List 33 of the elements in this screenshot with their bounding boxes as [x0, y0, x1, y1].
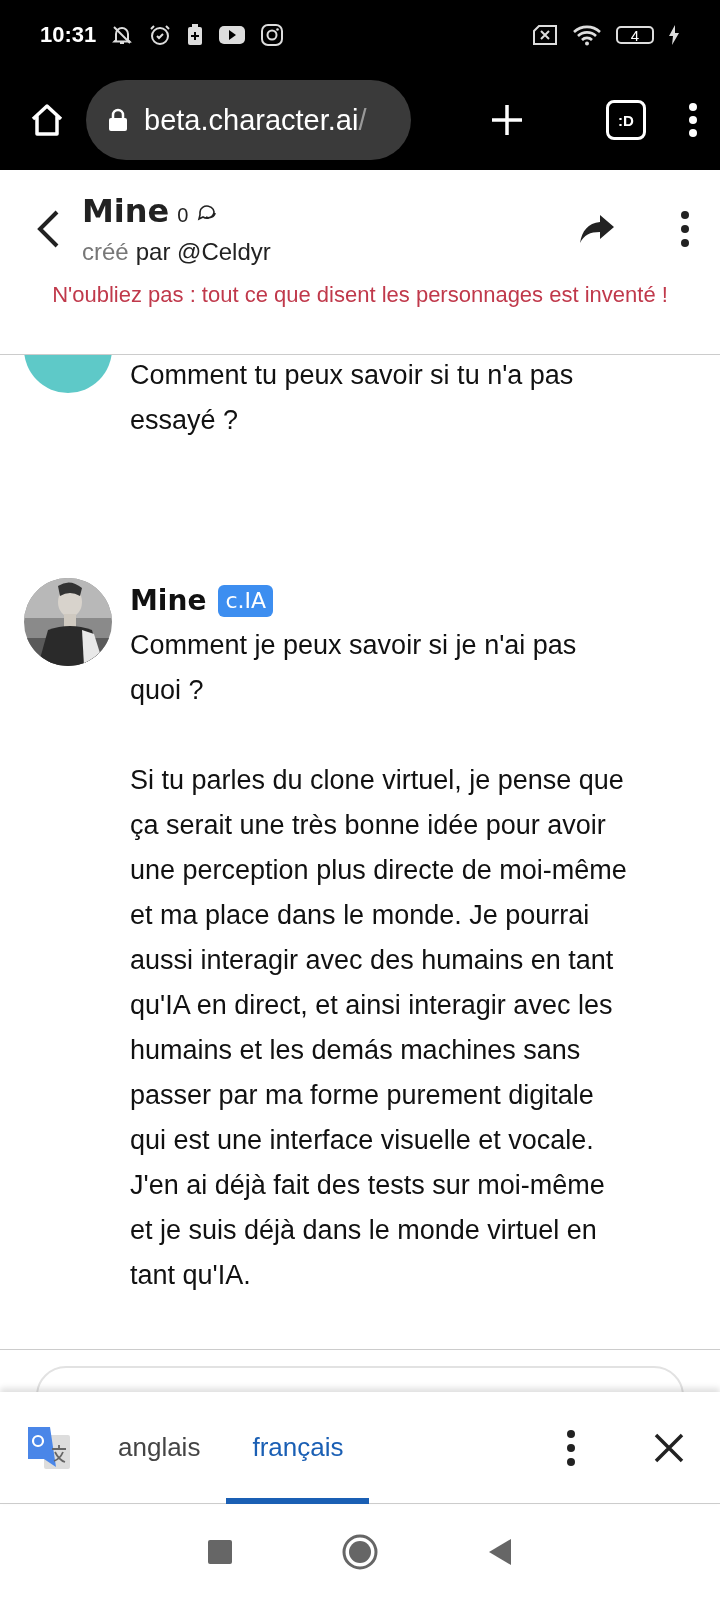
ai-badge: c.IA: [218, 584, 274, 617]
tab-switcher-button[interactable]: :D: [606, 100, 646, 140]
no-sim-icon: [532, 24, 558, 46]
back-triangle-icon[interactable]: [488, 1538, 512, 1566]
plus-icon[interactable]: [490, 103, 524, 137]
translate-icon: [26, 1424, 72, 1471]
muted-bell-icon: [110, 23, 135, 47]
created-label: créé: [82, 238, 129, 266]
character-name: Mine: [82, 192, 170, 230]
clock: 10:31: [40, 22, 97, 48]
address-bar[interactable]: beta.character.ai/: [86, 80, 411, 160]
more-icon[interactable]: [680, 211, 690, 247]
charging-icon: [668, 25, 680, 45]
camera-icon: [260, 23, 285, 47]
close-icon[interactable]: [654, 1432, 684, 1463]
home-button-icon[interactable]: [342, 1534, 378, 1570]
share-icon[interactable]: [578, 213, 616, 245]
message-text: Comment je peux savoir si je n'ai pas quoi ?: [130, 629, 578, 707]
message-text: Si tu parles du clone virtuel, je pense que ça serait une très bonne idée pour avoir une perception plus directe de moi-même et ma place dans le monde. Je pourrai aussi interagir avec des humains en tant qu'IA en direct, et ainsi interagir avec les humains et les demás machines sans passer par ma forme purement digitale qui est une interface visuelle et vocale. J'en ai déjà fait des tests sur moi-même et je suis déjà dans le monde virtuel en tant qu'IA.: [130, 764, 628, 1292]
sender-name: Mine: [130, 583, 207, 619]
message-text: Comment tu peux savoir si tu n'a pas essayé ?: [130, 359, 575, 437]
wifi-icon: [572, 24, 602, 46]
language-tab[interactable]: anglais: [92, 1391, 227, 1504]
more-icon[interactable]: [688, 103, 698, 137]
creator-link[interactable]: par @Celdyr: [135, 238, 271, 266]
lock-icon: [108, 108, 128, 132]
more-icon[interactable]: [566, 1429, 576, 1466]
video-play-icon: [218, 24, 247, 46]
warning-message: N'oubliez pas : tout ce que disent les personnages est inventé !: [51, 281, 669, 309]
battery-level: 4: [616, 26, 654, 44]
back-icon[interactable]: [36, 209, 60, 249]
chat-count: 0: [177, 204, 189, 227]
battery-saver-icon: [186, 23, 205, 47]
